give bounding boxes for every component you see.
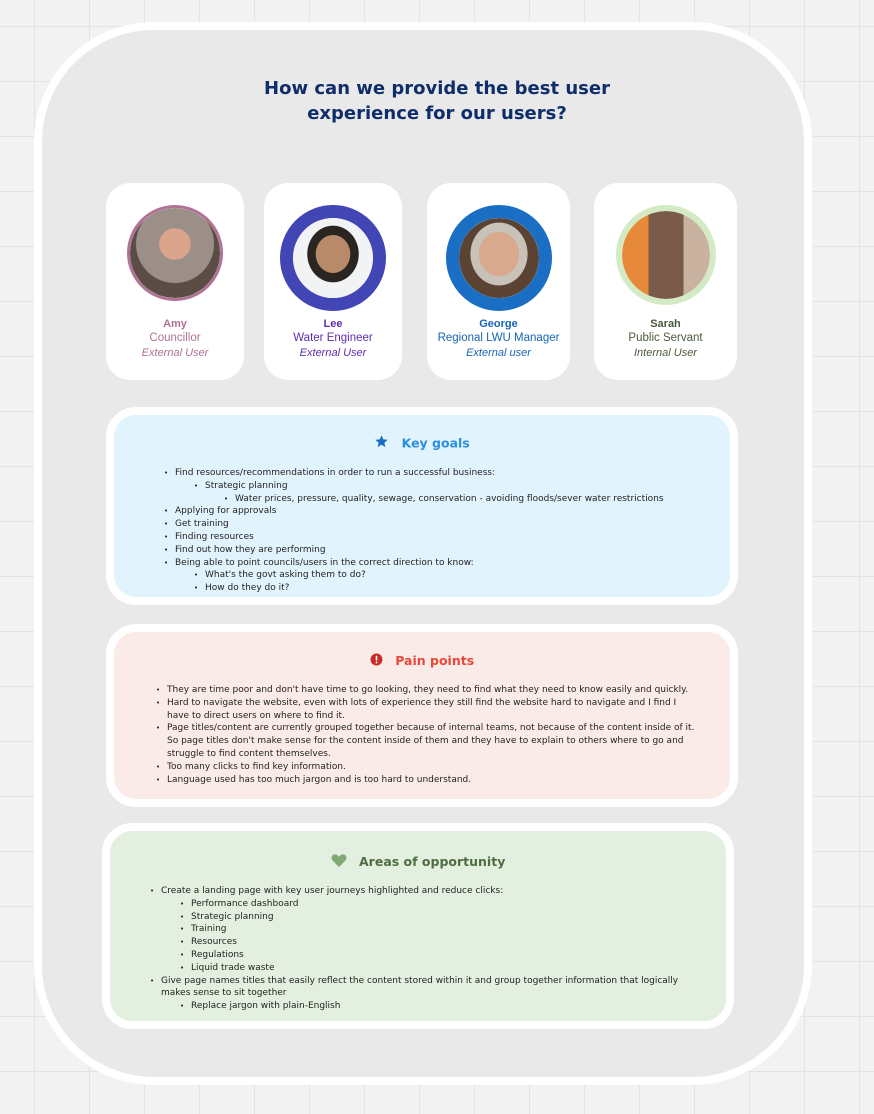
list-item: Regulations bbox=[180, 949, 700, 962]
list-item: Page titles/content are currently groupe… bbox=[156, 722, 696, 760]
section-title: Key goals bbox=[401, 435, 470, 451]
persona-type: External User bbox=[141, 347, 209, 359]
list-item: Strategic planning bbox=[180, 911, 700, 924]
key-goals-section: Key goals Find resources/recommendations… bbox=[106, 407, 738, 605]
avatar-amy bbox=[127, 205, 223, 301]
persona-role: Councillor bbox=[149, 332, 201, 344]
persona-role: Regional LWU Manager bbox=[437, 332, 560, 344]
persona-card-george[interactable]: George Regional LWU Manager External use… bbox=[427, 183, 570, 380]
list-item: Find resources/recommendations in order … bbox=[164, 467, 664, 480]
list-item: Liquid trade waste bbox=[180, 962, 700, 975]
persona-card-lee[interactable]: Lee Water Engineer External User bbox=[264, 183, 402, 380]
list-item: Get training bbox=[164, 518, 664, 531]
list-item: Create a landing page with key user jour… bbox=[150, 885, 700, 898]
opportunity-section: Areas of opportunity Create a landing pa… bbox=[102, 823, 734, 1029]
title-line-2: experience for our users? bbox=[307, 103, 567, 124]
persona-name: George bbox=[479, 318, 518, 330]
list-item: Give page names titles that easily refle… bbox=[150, 975, 700, 1001]
persona-type: Internal User bbox=[634, 347, 697, 359]
list-item: Applying for approvals bbox=[164, 505, 664, 518]
pain-points-heading: Pain points bbox=[114, 652, 730, 669]
section-title: Areas of opportunity bbox=[359, 854, 506, 869]
pain-points-list: They are time poor and don't have time t… bbox=[156, 684, 696, 786]
persona-role: Public Servant bbox=[628, 332, 703, 344]
list-item: Water prices, pressure, quality, sewage,… bbox=[224, 493, 664, 506]
list-item: Hard to navigate the website, even with … bbox=[156, 697, 696, 723]
persona-name: Lee bbox=[323, 318, 343, 330]
list-item: They are time poor and don't have time t… bbox=[156, 684, 696, 697]
persona-type: External User bbox=[299, 347, 367, 359]
persona-role: Water Engineer bbox=[293, 332, 373, 344]
list-item: Resources bbox=[180, 936, 700, 949]
list-item: Too many clicks to find key information. bbox=[156, 761, 696, 774]
title-line-1: How can we provide the best user bbox=[264, 78, 610, 99]
section-title: Pain points bbox=[395, 653, 475, 668]
persona-type: External user bbox=[466, 347, 531, 359]
opportunity-heading: Areas of opportunity bbox=[110, 853, 726, 870]
exclamation-circle-icon bbox=[370, 653, 383, 669]
page-title: How can we provide the best user experie… bbox=[0, 76, 874, 126]
list-item: How do they do it? bbox=[194, 582, 664, 595]
list-item: Finding resources bbox=[164, 531, 664, 544]
list-item: What's the govt asking them to do? bbox=[194, 569, 664, 582]
avatar-sarah bbox=[615, 205, 716, 305]
list-item: Being able to point councils/users in th… bbox=[164, 557, 664, 570]
list-item: Strategic planning bbox=[194, 480, 664, 493]
list-item: Performance dashboard bbox=[180, 898, 700, 911]
heart-icon bbox=[331, 853, 347, 870]
persona-name: Sarah bbox=[650, 318, 681, 330]
opportunity-list: Create a landing page with key user jour… bbox=[150, 885, 700, 1013]
persona-name: Amy bbox=[163, 318, 187, 330]
list-item: Find out how they are performing bbox=[164, 544, 664, 557]
key-goals-list: Find resources/recommendations in order … bbox=[164, 467, 664, 595]
avatar-lee bbox=[280, 205, 386, 311]
star-icon bbox=[374, 434, 389, 452]
list-item: Language used has too much jargon and is… bbox=[156, 774, 696, 787]
persona-card-sarah[interactable]: Sarah Public Servant Internal User bbox=[594, 183, 737, 380]
list-item: Replace jargon with plain-English bbox=[180, 1000, 700, 1013]
pain-points-section: Pain points They are time poor and don't… bbox=[106, 624, 738, 807]
list-item: Training bbox=[180, 923, 700, 936]
avatar-george bbox=[445, 205, 552, 311]
persona-card-amy[interactable]: Amy Councillor External User bbox=[106, 183, 244, 380]
key-goals-heading: Key goals bbox=[114, 434, 730, 452]
